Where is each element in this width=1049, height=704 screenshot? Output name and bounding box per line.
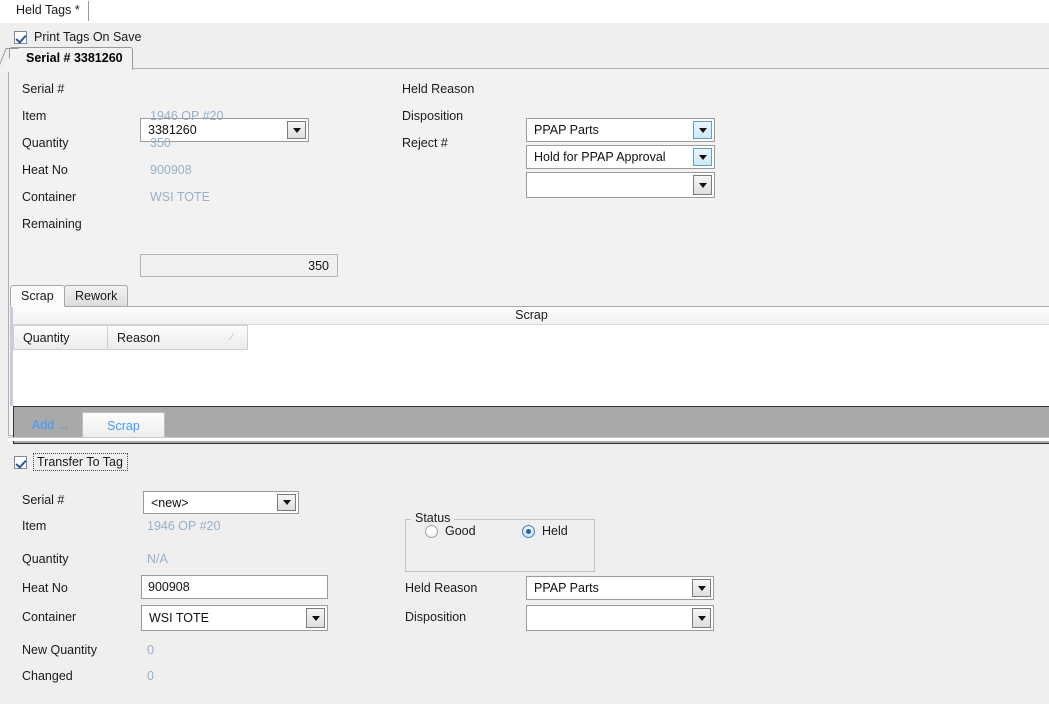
transfer-held-reason-value: PPAP Parts	[534, 581, 599, 595]
held-reason-combobox[interactable]: PPAP Parts	[526, 118, 715, 142]
transfer-serial-combobox[interactable]: <new>	[143, 491, 299, 514]
transfer-serial-dropdown-button[interactable]	[277, 494, 296, 511]
transfer-disposition-combobox[interactable]	[526, 605, 714, 631]
chevron-down-icon	[698, 127, 707, 133]
transfer-to-tag-label: Transfer To Tag	[33, 453, 128, 471]
disposition-label: Disposition	[402, 109, 464, 123]
disposition-combobox[interactable]: Hold for PPAP Approval	[526, 145, 715, 169]
transfer-disposition-dropdown-button[interactable]	[692, 608, 711, 628]
transfer-item-label: Item	[22, 519, 47, 533]
column-header-reason-label: Reason	[117, 330, 161, 345]
radio-held-indicator[interactable]	[522, 524, 535, 538]
transfer-container-dropdown-button[interactable]	[306, 608, 325, 628]
disposition-dropdown-button[interactable]	[693, 148, 712, 166]
scrap-grid: Scrap Quantity Reason ⁄	[10, 306, 1049, 406]
serial-panel: Serial # 3381260 Serial # Item Quantity …	[8, 47, 1049, 444]
scrap-grid-caption-bar: Scrap	[13, 307, 1049, 325]
radio-held-label: Held	[542, 524, 568, 538]
tab-serial-number[interactable]: Serial # 3381260	[9, 47, 133, 70]
transfer-quantity-label: Quantity	[22, 552, 69, 566]
chevron-down-icon	[698, 182, 707, 188]
chevron-down-icon	[697, 615, 706, 621]
remaining-value-field: 350	[140, 254, 338, 277]
sort-indicator-icon: ⁄	[231, 332, 233, 343]
chevron-down-icon	[698, 154, 707, 160]
container-label: Container	[22, 190, 77, 204]
print-tags-checkbox[interactable]	[14, 30, 27, 44]
serial-tab-header: Serial # 3381260	[9, 47, 133, 70]
held-reason-value: PPAP Parts	[534, 123, 599, 137]
chevron-down-icon	[311, 615, 320, 621]
tab-scrap[interactable]: Scrap	[10, 285, 65, 307]
transfer-heat-no-label: Heat No	[22, 581, 68, 595]
chevron-down-icon	[697, 585, 706, 591]
transfer-serial-label: Serial #	[22, 493, 65, 507]
transfer-item-value: 1946 OP #20	[147, 519, 221, 533]
add-link[interactable]: Add ...	[32, 418, 68, 432]
container-value: WSI TOTE	[150, 190, 210, 204]
item-label: Item	[22, 109, 47, 123]
held-reason-dropdown-button[interactable]	[693, 121, 712, 139]
remaining-label: Remaining	[22, 217, 82, 231]
transfer-changed-label: Changed	[22, 669, 73, 683]
transfer-new-quantity-value: 0	[147, 643, 154, 657]
transfer-container-label: Container	[22, 610, 77, 624]
quantity-label: Quantity	[22, 136, 69, 150]
tab-held-tags[interactable]: Held Tags *	[8, 1, 89, 21]
column-header-reason[interactable]: Reason ⁄	[108, 325, 248, 350]
serial-number-value: 3381260	[148, 123, 197, 137]
transfer-held-reason-label: Held Reason	[405, 581, 478, 595]
page-body: Print Tags On Save Serial # 3381260 Seri…	[0, 23, 1049, 704]
scrap-grid-header-row: Quantity Reason ⁄	[13, 325, 248, 350]
serial-number-dropdown-button[interactable]	[287, 121, 306, 139]
status-radio-held[interactable]: Held	[522, 524, 568, 538]
transfer-new-quantity-label: New Quantity	[22, 643, 98, 657]
status-groupbox-title: Status	[411, 511, 455, 525]
reject-number-label: Reject #	[402, 136, 448, 150]
transfer-held-reason-dropdown-button[interactable]	[692, 579, 711, 597]
quantity-value: 350	[150, 136, 171, 150]
transfer-quantity-value: N/A	[147, 552, 168, 566]
print-tags-on-save-row[interactable]: Print Tags On Save	[14, 30, 141, 44]
transfer-disposition-label: Disposition	[405, 610, 467, 624]
transfer-held-reason-combobox[interactable]: PPAP Parts	[526, 576, 714, 600]
heat-no-value: 900908	[150, 163, 192, 177]
held-reason-label: Held Reason	[402, 82, 475, 96]
chevron-down-icon	[282, 500, 291, 505]
transfer-heat-no-input[interactable]: 900908	[141, 575, 328, 599]
transfer-changed-value: 0	[147, 669, 154, 683]
chevron-down-icon	[292, 127, 301, 133]
heat-no-label: Heat No	[22, 163, 68, 177]
scrap-button[interactable]: Scrap	[82, 412, 165, 439]
scrap-grid-caption: Scrap	[515, 308, 548, 322]
transfer-to-tag-checkbox[interactable]	[14, 455, 27, 469]
tab-rework[interactable]: Rework	[64, 285, 129, 307]
transfer-to-tag-row[interactable]: Transfer To Tag	[14, 453, 128, 471]
transfer-container-combobox[interactable]: WSI TOTE	[141, 605, 328, 631]
serial-label: Serial #	[22, 82, 65, 96]
transfer-container-value: WSI TOTE	[149, 611, 209, 625]
disposition-value: Hold for PPAP Approval	[534, 150, 666, 164]
print-tags-label: Print Tags On Save	[34, 30, 142, 44]
scrap-grid-rows	[13, 350, 1049, 406]
radio-good-label: Good	[445, 524, 476, 538]
radio-good-indicator[interactable]	[425, 524, 438, 538]
column-header-quantity[interactable]: Quantity	[13, 325, 108, 350]
reject-number-combobox[interactable]	[526, 172, 715, 198]
status-radio-good[interactable]: Good	[425, 524, 476, 538]
window-tab-strip: Held Tags *	[0, 0, 1049, 23]
transfer-serial-value: <new>	[151, 495, 189, 510]
item-value: 1946 OP #20	[150, 109, 224, 123]
reject-number-dropdown-button[interactable]	[693, 175, 712, 195]
panel-bottom-divider	[8, 437, 1049, 441]
